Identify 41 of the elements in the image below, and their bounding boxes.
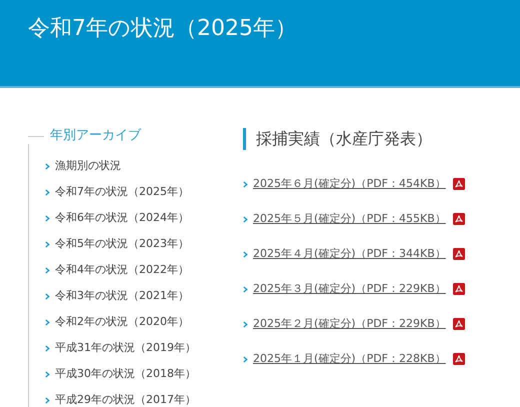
pdf-link[interactable]: 2025年１月(確定分)（PDF：228KB） xyxy=(253,351,446,367)
chevron-icon xyxy=(243,216,248,222)
chevron-icon xyxy=(243,250,248,258)
archive-link[interactable]: 平成29年の状況（2017年） xyxy=(45,392,219,407)
chevron-icon xyxy=(45,292,50,300)
pdf-link[interactable]: 2025年５月(確定分)（PDF：455KB） xyxy=(253,211,446,227)
chevron-icon xyxy=(243,286,248,292)
pdf-icon xyxy=(452,283,465,295)
chevron-icon xyxy=(243,356,248,362)
chevron-icon xyxy=(45,266,50,274)
pdf-link[interactable]: 2025年２月(確定分)（PDF：229KB） xyxy=(253,316,446,332)
archive-link[interactable]: 令和4年の状況（2022年） xyxy=(45,262,219,278)
pdf-link[interactable]: 2025年４月(確定分)（PDF：344KB） xyxy=(253,246,446,262)
chevron-icon xyxy=(45,344,50,352)
page-title: 令和7年の状況（2025年） xyxy=(28,15,297,43)
chevron-icon xyxy=(45,162,50,170)
archive-link[interactable]: 平成31年の状況（2019年） xyxy=(45,340,219,356)
archive-link[interactable]: 令和2年の状況（2020年） xyxy=(45,314,219,330)
section-heading: 採捕実績（水産庁発表） xyxy=(243,128,432,150)
archive-link[interactable]: 令和7年の状況（2025年） xyxy=(45,184,219,200)
archive-heading: 年別アーカイブ xyxy=(28,128,141,144)
archive-link[interactable]: 漁期別の状況 xyxy=(45,158,219,174)
pdf-icon xyxy=(452,248,465,260)
chevron-icon xyxy=(45,318,50,326)
pdf-icon xyxy=(452,318,465,330)
chevron-icon xyxy=(45,240,50,248)
archive-link[interactable]: 平成30年の状況（2018年） xyxy=(45,366,219,382)
pdf-icon xyxy=(452,353,465,365)
archive-link[interactable]: 令和6年の状況（2024年） xyxy=(45,210,219,226)
chevron-icon xyxy=(45,396,50,404)
pdf-icon xyxy=(452,178,465,190)
pdf-icon xyxy=(452,213,465,225)
chevron-icon xyxy=(45,370,50,378)
chevron-icon xyxy=(243,320,248,328)
chevron-icon xyxy=(45,214,50,222)
pdf-link[interactable]: 2025年３月(確定分)（PDF：229KB） xyxy=(253,281,446,297)
archive-link[interactable]: 令和5年の状況（2023年） xyxy=(45,236,219,252)
chevron-icon xyxy=(45,188,50,196)
pdf-link[interactable]: 2025年６月(確定分)（PDF：454KB） xyxy=(253,176,446,192)
chevron-icon xyxy=(243,180,248,188)
archive-link[interactable]: 令和3年の状況（2021年） xyxy=(45,288,219,304)
